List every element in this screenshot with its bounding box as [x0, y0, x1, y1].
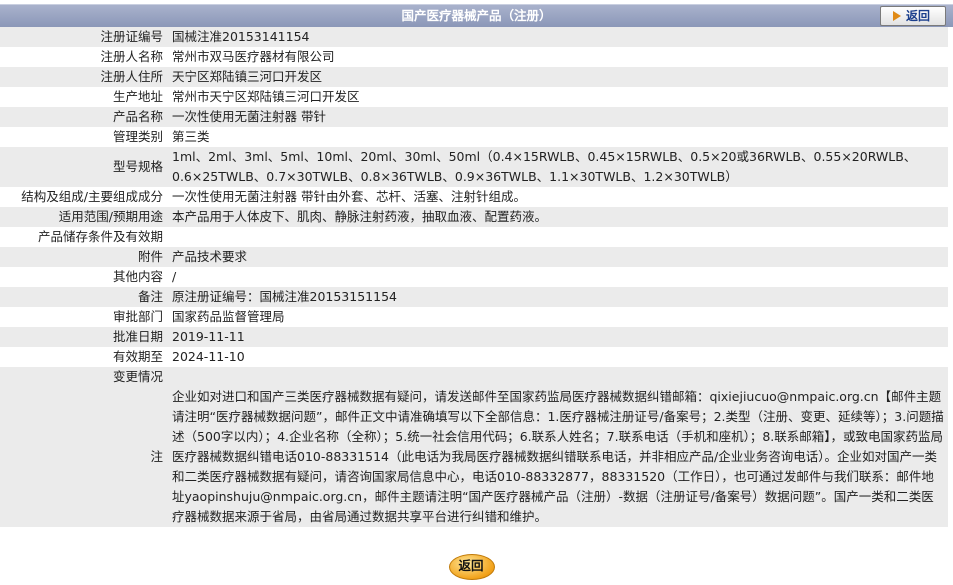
field-label: 结构及组成/主要组成成分 [21, 189, 163, 204]
row-intended-use: 适用范围/预期用途 本产品用于人体皮下、肌肉、静脉注射药液，抽取血液、配置药液。 [0, 207, 948, 227]
field-label: 注册人名称 [100, 49, 163, 64]
field-label: 有效期至 [112, 349, 163, 364]
field-label: 附件 [0, 247, 167, 267]
field-label: 注册证编号 [0, 27, 167, 47]
field-label: 产品名称 [0, 107, 167, 127]
field-label: 适用范围/预期用途 [0, 207, 167, 227]
field-value: 本产品用于人体皮下、肌肉、静脉注射药液，抽取血液、配置药液。 [167, 207, 948, 227]
field-label: 产品储存条件及有效期 [37, 229, 163, 244]
row-registrant-address: 注册人住所 天宁区郑陆镇三河口开发区 [0, 67, 948, 87]
field-value: 2024-11-10 [172, 349, 245, 364]
note-label: 注 [0, 387, 167, 527]
back-button-bottom[interactable]: 返回 [447, 552, 495, 580]
back-button-label: 返回 [906, 9, 931, 23]
field-label: 批准日期 [0, 327, 167, 347]
row-production-address: 生产地址 常州市天宁区郑陆镇三河口开发区 [0, 87, 948, 107]
field-value: 天宁区郑陆镇三河口开发区 [167, 67, 948, 87]
field-value: 常州市双马医疗器材有限公司 [172, 49, 335, 64]
field-label: 生产地址 [112, 89, 163, 104]
field-value [167, 227, 948, 247]
row-note: 注 企业如对进口和国产三类医疗器械数据有疑问，请发送邮件至国家药监局医疗器械数据… [0, 387, 948, 527]
field-value: 国械注准20153141154 [167, 27, 948, 47]
note-text: 企业如对进口和国产三类医疗器械数据有疑问，请发送邮件至国家药监局医疗器械数据纠错… [167, 387, 948, 527]
row-model-spec: 型号规格 1ml、2ml、3ml、5ml、10ml、20ml、30ml、50ml… [0, 147, 948, 187]
back-button-label: 返回 [458, 558, 484, 573]
field-value: 原注册证编号：国械注准20153151154 [167, 287, 948, 307]
row-product-name: 产品名称 一次性使用无菌注射器 带针 [0, 107, 948, 127]
back-button-top[interactable]: 返回 [880, 6, 946, 26]
field-label: 其他内容 [112, 269, 163, 284]
field-value: 一次性使用无菌注射器 带针 [167, 107, 948, 127]
row-registrant-name: 注册人名称 常州市双马医疗器材有限公司 [0, 47, 948, 67]
field-label: 注册人住所 [0, 67, 167, 87]
field-label: 备注 [0, 287, 167, 307]
field-value: 产品技术要求 [167, 247, 948, 267]
row-approval-date: 批准日期 2019-11-11 [0, 327, 948, 347]
page-title: 国产医疗器械产品（注册） [401, 8, 552, 23]
row-management-class: 管理类别 第三类 [0, 127, 948, 147]
page-header: 国产医疗器械产品（注册） 返回 [0, 4, 953, 27]
field-value: 2019-11-11 [167, 327, 948, 347]
field-value: 第三类 [172, 129, 210, 144]
row-storage: 产品储存条件及有效期 [0, 227, 948, 247]
field-value: 1ml、2ml、3ml、5ml、10ml、20ml、30ml、50ml（0.4×… [167, 147, 948, 187]
field-label: 管理类别 [112, 129, 163, 144]
field-label: 型号规格 [0, 147, 167, 187]
row-valid-until: 有效期至 2024-11-10 [0, 347, 948, 367]
field-value: 国家药品监督管理局 [172, 309, 285, 324]
row-structure: 结构及组成/主要组成成分 一次性使用无菌注射器 带针由外套、芯杆、活塞、注射针组… [0, 187, 948, 207]
row-remark: 备注 原注册证编号：国械注准20153151154 [0, 287, 948, 307]
row-approval-dept: 审批部门 国家药品监督管理局 [0, 307, 948, 327]
field-value: 一次性使用无菌注射器 带针由外套、芯杆、活塞、注射针组成。 [172, 189, 526, 204]
row-attachment: 附件 产品技术要求 [0, 247, 948, 267]
field-label: 变更情况 [0, 367, 167, 387]
field-value: / [172, 269, 177, 284]
field-value [167, 367, 948, 387]
field-label: 审批部门 [112, 309, 163, 324]
row-registration-number: 注册证编号 国械注准20153141154 [0, 27, 948, 47]
field-value: 常州市天宁区郑陆镇三河口开发区 [172, 89, 360, 104]
row-change-info: 变更情况 [0, 367, 948, 387]
row-other: 其他内容 / [0, 267, 948, 287]
registration-detail-table: 注册证编号 国械注准20153141154 注册人名称 常州市双马医疗器材有限公… [0, 27, 948, 527]
arrow-right-icon [893, 11, 901, 21]
